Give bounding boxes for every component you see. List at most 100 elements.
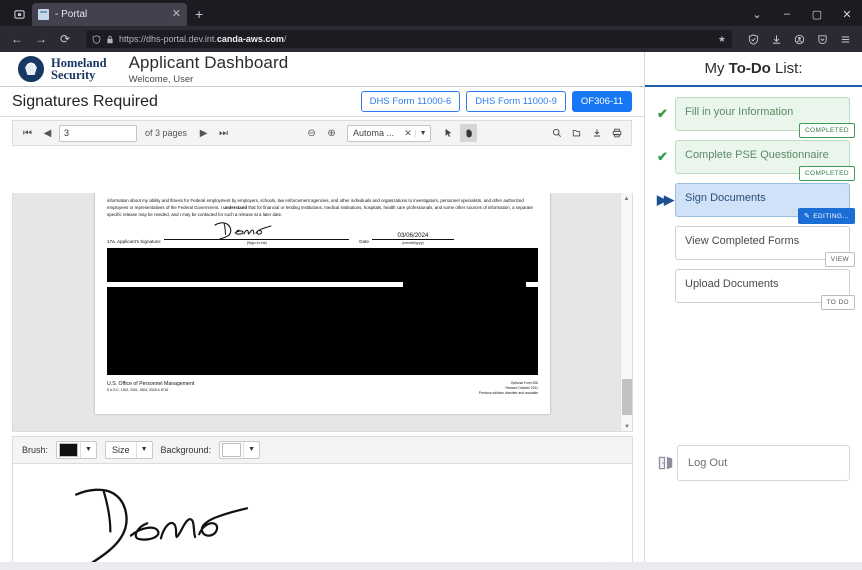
pdf-viewport[interactable]: information about my ability and fitness… — [12, 193, 633, 432]
tab-dhs-form-11000-9[interactable]: DHS Form 11000-9 — [466, 91, 566, 112]
back-icon[interactable]: ← — [6, 29, 28, 49]
account-icon[interactable] — [788, 29, 810, 49]
signature-canvas[interactable]: ✕ — [12, 464, 633, 570]
logout-label: Log Out — [688, 457, 728, 469]
page-number-input[interactable] — [59, 124, 137, 142]
tab-of306-11[interactable]: OF306-11 — [571, 91, 632, 112]
todo-label: View Completed Forms — [685, 235, 800, 247]
pdf-date-value: 03/06/2024 — [371, 232, 454, 241]
pdf-date-hint: (mm/dd/yyyy) — [402, 240, 424, 245]
status-badge: COMPLETED — [798, 123, 855, 138]
todo-card[interactable]: Fill in your Information COMPLETED — [675, 97, 855, 138]
zoom-out-icon[interactable]: ⊖ — [303, 124, 320, 142]
todo-card[interactable]: Sign Documents ✎ EDITING... — [675, 183, 855, 224]
print-icon[interactable] — [608, 124, 625, 142]
scrollbar-thumb[interactable] — [622, 379, 632, 415]
exit-door-icon — [657, 455, 677, 471]
reload-icon[interactable]: ⟳ — [54, 29, 76, 49]
logout-button[interactable]: Log Out — [677, 445, 850, 481]
pdf-signature-ink — [214, 222, 272, 241]
todo-item-view-completed-forms[interactable]: View Completed Forms VIEW — [657, 226, 855, 267]
scroll-up-icon[interactable]: ▲ — [621, 193, 632, 204]
pdf-signature-field: (Sign in ink) — [164, 222, 350, 245]
open-file-icon[interactable] — [568, 124, 585, 142]
pdf-footer-agency: U.S. Office of Personnel Management — [107, 380, 195, 387]
scroll-down-icon[interactable]: ▼ — [621, 421, 632, 431]
brush-toolbar: Brush: ▼ Size ▼ Background: ▼ — [12, 436, 633, 464]
brush-size-picker[interactable]: Size ▼ — [105, 441, 153, 459]
zoom-level-select[interactable]: Automa ... ✕ ▼ — [347, 124, 432, 142]
background-color-picker[interactable]: ▼ — [219, 441, 261, 459]
firefox-view-button[interactable] — [6, 2, 32, 26]
url-text: https://dhs-portal.dev.int.canda-aws.com… — [119, 34, 287, 44]
todo-item-sign-documents[interactable]: ▶▶ Sign Documents ✎ EDITING... — [657, 183, 855, 224]
next-page-icon[interactable]: ▶ — [195, 124, 212, 142]
menu-icon[interactable] — [834, 29, 856, 49]
dhs-wordmark: Homeland Security — [51, 56, 107, 82]
todo-label: Upload Documents — [685, 278, 779, 290]
pdf-signature-line — [164, 222, 350, 241]
status-badge: ✎ EDITING... — [797, 208, 855, 224]
window-close-icon[interactable]: ✕ — [832, 2, 862, 26]
pdf-footer-left: U.S. Office of Personnel Management 5 U.… — [107, 381, 194, 393]
pan-tool-icon[interactable] — [460, 124, 478, 142]
bookmark-icon[interactable]: ★ — [718, 34, 726, 45]
clear-icon[interactable]: ✕ — [401, 128, 415, 139]
pencil-icon: ✎ — [803, 213, 811, 220]
todo-title: My To-Do List: — [704, 60, 802, 77]
dhs-header: Homeland Security Applicant Dashboard We… — [0, 52, 644, 87]
address-bar[interactable]: https://dhs-portal.dev.int.canda-aws.com… — [86, 30, 732, 48]
pdf-footer-citation: 5 U.S.C. 1302, 3301, 3304, 3328 & 8716 — [107, 388, 169, 393]
todo-title-bold: To-Do — [728, 60, 771, 77]
chevron-down-icon[interactable]: ▼ — [80, 442, 96, 458]
chevron-down-icon[interactable]: ▼ — [135, 442, 152, 458]
tracking-shield-icon[interactable] — [742, 29, 764, 49]
todo-marker-empty — [657, 269, 675, 303]
new-tab-button[interactable]: + — [187, 3, 211, 26]
brush-label: Brush: — [22, 445, 49, 455]
download-icon[interactable] — [765, 29, 787, 49]
save-to-pocket-icon[interactable] — [811, 29, 833, 49]
browser-tab[interactable]: - Portal ✕ — [32, 3, 187, 26]
zoom-in-icon[interactable]: ⊕ — [323, 124, 340, 142]
status-badge: COMPLETED — [798, 166, 855, 181]
brush-size-label: Size — [112, 445, 130, 455]
tab-dhs-form-11000-6[interactable]: DHS Form 11000-6 — [360, 91, 461, 112]
maximize-icon[interactable]: ▢ — [802, 2, 832, 26]
search-icon[interactable] — [548, 124, 565, 142]
todo-item-fill-information[interactable]: ✔ Fill in your Information COMPLETED — [657, 97, 855, 138]
signatures-bar: Signatures Required DHS Form 11000-6 DHS… — [0, 87, 644, 117]
pdf-signature-label: 17a. Applicant's Signature: — [107, 238, 162, 244]
close-icon[interactable]: ✕ — [172, 9, 181, 20]
page-title: Applicant Dashboard — [128, 53, 289, 72]
previous-page-icon[interactable]: ◀ — [39, 124, 56, 142]
shield-icon — [92, 34, 101, 44]
logout-row[interactable]: Log Out — [645, 445, 862, 481]
todo-header: My To-Do List: — [645, 52, 862, 87]
todo-item-pse-questionnaire[interactable]: ✔ Complete PSE Questionnaire COMPLETED — [657, 140, 855, 181]
todo-card[interactable]: View Completed Forms VIEW — [675, 226, 855, 267]
minimize-icon[interactable]: – — [772, 2, 802, 26]
todo-card[interactable]: Complete PSE Questionnaire COMPLETED — [675, 140, 855, 181]
background-color-swatch — [222, 443, 242, 457]
todo-card[interactable]: Upload Documents TO DO — [675, 269, 855, 310]
select-tool-icon[interactable] — [440, 124, 457, 142]
forward-icon[interactable]: → — [30, 29, 52, 49]
lock-icon — [107, 35, 113, 43]
first-page-icon[interactable]: ⏮ — [19, 124, 36, 142]
status-badge[interactable]: VIEW — [824, 252, 855, 267]
last-page-icon[interactable]: ⏭ — [215, 124, 232, 142]
navigation-bar: ← → ⟳ https://dhs-portal.dev.int.canda-a… — [0, 26, 862, 52]
pdf-date-label: Date — [359, 238, 369, 244]
todo-label: Sign Documents — [685, 192, 766, 204]
brush-color-picker[interactable]: ▼ — [56, 441, 98, 459]
status-badge-label: EDITING... — [813, 212, 849, 220]
pdf-scrollbar[interactable]: ▲ ▼ — [620, 193, 632, 431]
chevron-down-icon[interactable]: ▼ — [243, 442, 259, 458]
tab-list-icon[interactable]: ⌄ — [742, 2, 772, 26]
tab-strip: - Portal ✕ + ⌄ – ▢ ✕ — [0, 0, 862, 26]
todo-item-upload-documents[interactable]: Upload Documents TO DO — [657, 269, 855, 310]
download-pdf-icon[interactable] — [588, 124, 605, 142]
chevron-down-icon[interactable]: ▼ — [415, 129, 430, 137]
pdf-signature-row: 17a. Applicant's Signature: (Sign in ink… — [107, 222, 538, 311]
